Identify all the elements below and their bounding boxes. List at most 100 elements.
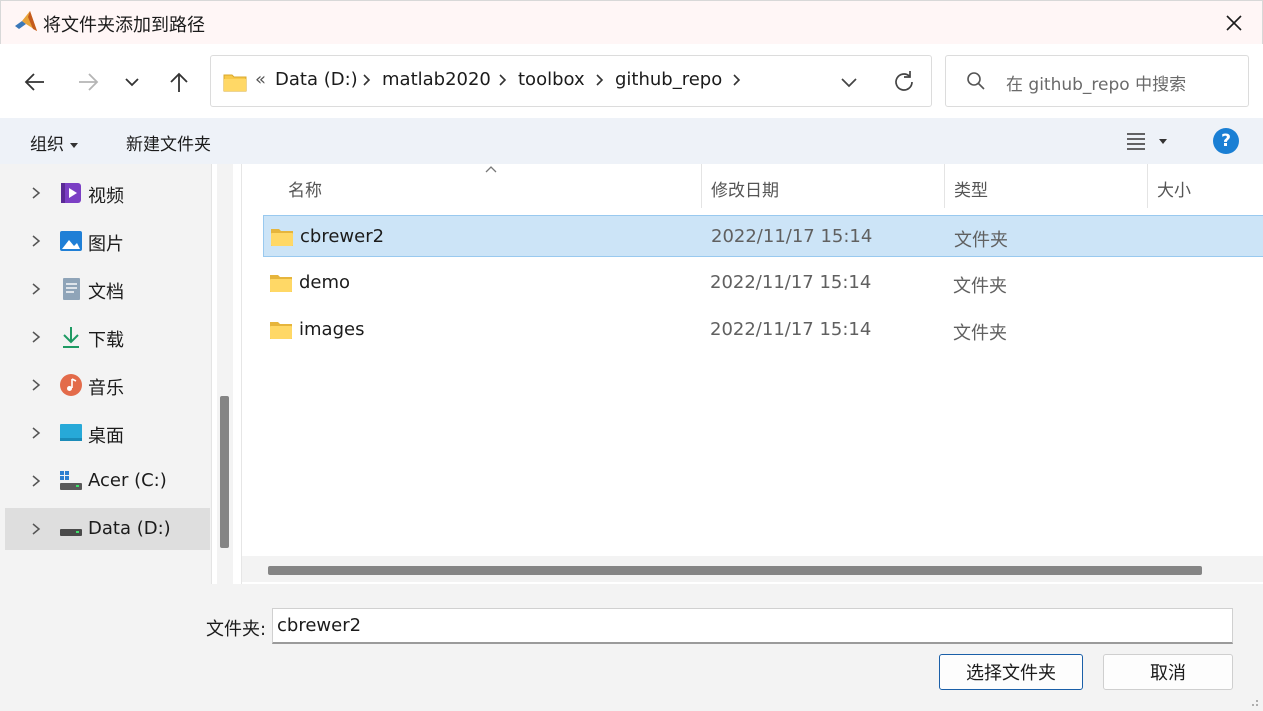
- drive-c-icon: [60, 471, 82, 490]
- address-history-chevron-icon[interactable]: [837, 70, 861, 94]
- breadcrumb-matlab2020[interactable]: matlab2020: [382, 69, 491, 90]
- file-type: 文件夹: [954, 230, 1008, 251]
- file-date: 2022/11/17 15:14: [710, 319, 872, 340]
- horizontal-scroll-thumb[interactable]: [268, 566, 1202, 575]
- navigation-pane: 视频 图片 文档 下载 音乐 桌面 Acer (C:) Data (D:): [0, 164, 212, 584]
- sidebar-scroll-thumb[interactable]: [220, 396, 229, 548]
- breadcrumb-github-repo[interactable]: github_repo: [615, 69, 722, 90]
- sidebar-item-label: 下载: [88, 330, 124, 351]
- cancel-button[interactable]: 取消: [1103, 654, 1233, 690]
- column-header-name[interactable]: 名称: [278, 164, 700, 212]
- search-icon: [967, 72, 985, 90]
- arrow-right-icon: [79, 73, 99, 91]
- sidebar-scrollbar[interactable]: [217, 164, 233, 584]
- sidebar-item-label: 文档: [88, 282, 124, 303]
- window-title: 将文件夹添加到路径: [43, 15, 205, 36]
- folder-icon: [271, 229, 293, 246]
- table-row[interactable]: cbrewer2 2022/11/17 15:14 文件夹: [263, 215, 1263, 257]
- file-date: 2022/11/17 15:14: [711, 226, 873, 247]
- command-bar: 组织 新建文件夹 ?: [0, 118, 1263, 164]
- sidebar-item-documents[interactable]: 文档: [5, 268, 210, 310]
- chevron-right-icon[interactable]: [731, 72, 743, 88]
- chevron-right-icon[interactable]: [31, 234, 41, 248]
- chevron-right-icon[interactable]: [31, 186, 41, 200]
- folder-field-label: 文件夹:: [206, 619, 267, 640]
- column-header-modified[interactable]: 修改日期: [701, 164, 944, 212]
- table-row[interactable]: demo 2022/11/17 15:14 文件夹: [263, 262, 1263, 304]
- download-icon: [63, 327, 79, 348]
- recent-locations-button[interactable]: [114, 64, 150, 100]
- chevron-right-icon[interactable]: [31, 378, 41, 392]
- sidebar-item-label: 视频: [88, 186, 124, 207]
- file-name: images: [299, 319, 365, 340]
- file-date: 2022/11/17 15:14: [710, 272, 872, 293]
- folder-icon: [270, 275, 292, 292]
- desktop-icon: [60, 424, 82, 441]
- file-type: 文件夹: [953, 323, 1007, 344]
- chevron-right-icon[interactable]: [361, 72, 373, 88]
- list-view-icon: [1127, 133, 1145, 150]
- breadcrumb-toolbox[interactable]: toolbox: [518, 69, 585, 90]
- document-icon: [63, 278, 80, 300]
- sidebar-item-label: 桌面: [88, 426, 124, 447]
- up-button[interactable]: [161, 64, 197, 100]
- file-name: demo: [299, 272, 351, 293]
- chevron-right-icon[interactable]: [31, 330, 41, 344]
- forward-button[interactable]: [70, 64, 106, 100]
- pictures-icon: [60, 231, 82, 251]
- search-placeholder[interactable]: 在 github_repo 中搜索: [1006, 70, 1186, 95]
- sidebar-item-label: Acer (C:): [88, 470, 167, 491]
- file-list: 名称 修改日期 类型 大小 cbrewer2 2022/11/17 15:14 …: [241, 164, 1263, 584]
- resize-grip-icon[interactable]: [1247, 695, 1259, 707]
- chevron-right-icon[interactable]: [31, 282, 41, 296]
- file-type: 文件夹: [953, 276, 1007, 297]
- sidebar-item-pictures[interactable]: 图片: [5, 220, 210, 262]
- column-header-size[interactable]: 大小: [1147, 164, 1263, 212]
- drive-d-icon: [60, 529, 82, 536]
- sidebar-item-label: 音乐: [88, 378, 124, 399]
- video-icon: [61, 183, 81, 203]
- title-bar: 将文件夹添加到路径: [0, 0, 1263, 44]
- arrow-left-icon: [24, 73, 44, 91]
- music-icon: [60, 374, 82, 396]
- sidebar-item-music[interactable]: 音乐: [5, 364, 210, 406]
- sidebar-item-downloads[interactable]: 下载: [5, 316, 210, 358]
- sidebar-item-label: Data (D:): [88, 518, 171, 539]
- column-header-type[interactable]: 类型: [944, 164, 1147, 212]
- sidebar-item-drive-d[interactable]: Data (D:): [5, 508, 210, 550]
- back-button[interactable]: [17, 64, 53, 100]
- folder-icon: [223, 74, 247, 92]
- new-folder-button[interactable]: 新建文件夹: [126, 130, 211, 155]
- close-button[interactable]: [1214, 5, 1254, 41]
- refresh-icon[interactable]: [891, 69, 917, 95]
- chevron-right-icon[interactable]: [31, 474, 41, 488]
- view-options-button[interactable]: [1125, 128, 1175, 154]
- chevron-right-icon[interactable]: [497, 72, 509, 88]
- sidebar-item-videos[interactable]: 视频: [5, 172, 210, 214]
- folder-name-input[interactable]: [272, 608, 1233, 644]
- sidebar-item-drive-c[interactable]: Acer (C:): [5, 460, 210, 502]
- breadcrumb-data-d[interactable]: Data (D:): [275, 69, 358, 90]
- help-button[interactable]: ?: [1213, 128, 1239, 154]
- matlab-icon: [15, 11, 37, 31]
- chevron-right-icon[interactable]: [594, 72, 606, 88]
- arrow-up-icon: [170, 72, 188, 92]
- chevron-right-icon[interactable]: [31, 426, 41, 440]
- folder-icon: [270, 322, 292, 339]
- dialog-footer: 文件夹: 选择文件夹 取消: [0, 584, 1263, 711]
- sidebar-item-label: 图片: [88, 234, 124, 255]
- search-box[interactable]: 在 github_repo 中搜索: [945, 55, 1249, 107]
- sidebar-item-desktop[interactable]: 桌面: [5, 412, 210, 454]
- caret-down-icon: [70, 142, 78, 148]
- organize-menu[interactable]: 组织: [30, 130, 78, 155]
- caret-down-icon: [1159, 139, 1167, 144]
- horizontal-scrollbar[interactable]: [242, 556, 1263, 582]
- select-folder-button[interactable]: 选择文件夹: [939, 654, 1083, 690]
- chevron-down-icon: [125, 78, 139, 87]
- breadcrumb-overflow[interactable]: «: [255, 69, 266, 90]
- close-icon: [1226, 15, 1242, 31]
- table-row[interactable]: images 2022/11/17 15:14 文件夹: [263, 309, 1263, 351]
- address-bar[interactable]: « Data (D:) matlab2020 toolbox github_re…: [210, 55, 932, 107]
- file-name: cbrewer2: [300, 226, 385, 247]
- chevron-right-icon[interactable]: [31, 522, 41, 536]
